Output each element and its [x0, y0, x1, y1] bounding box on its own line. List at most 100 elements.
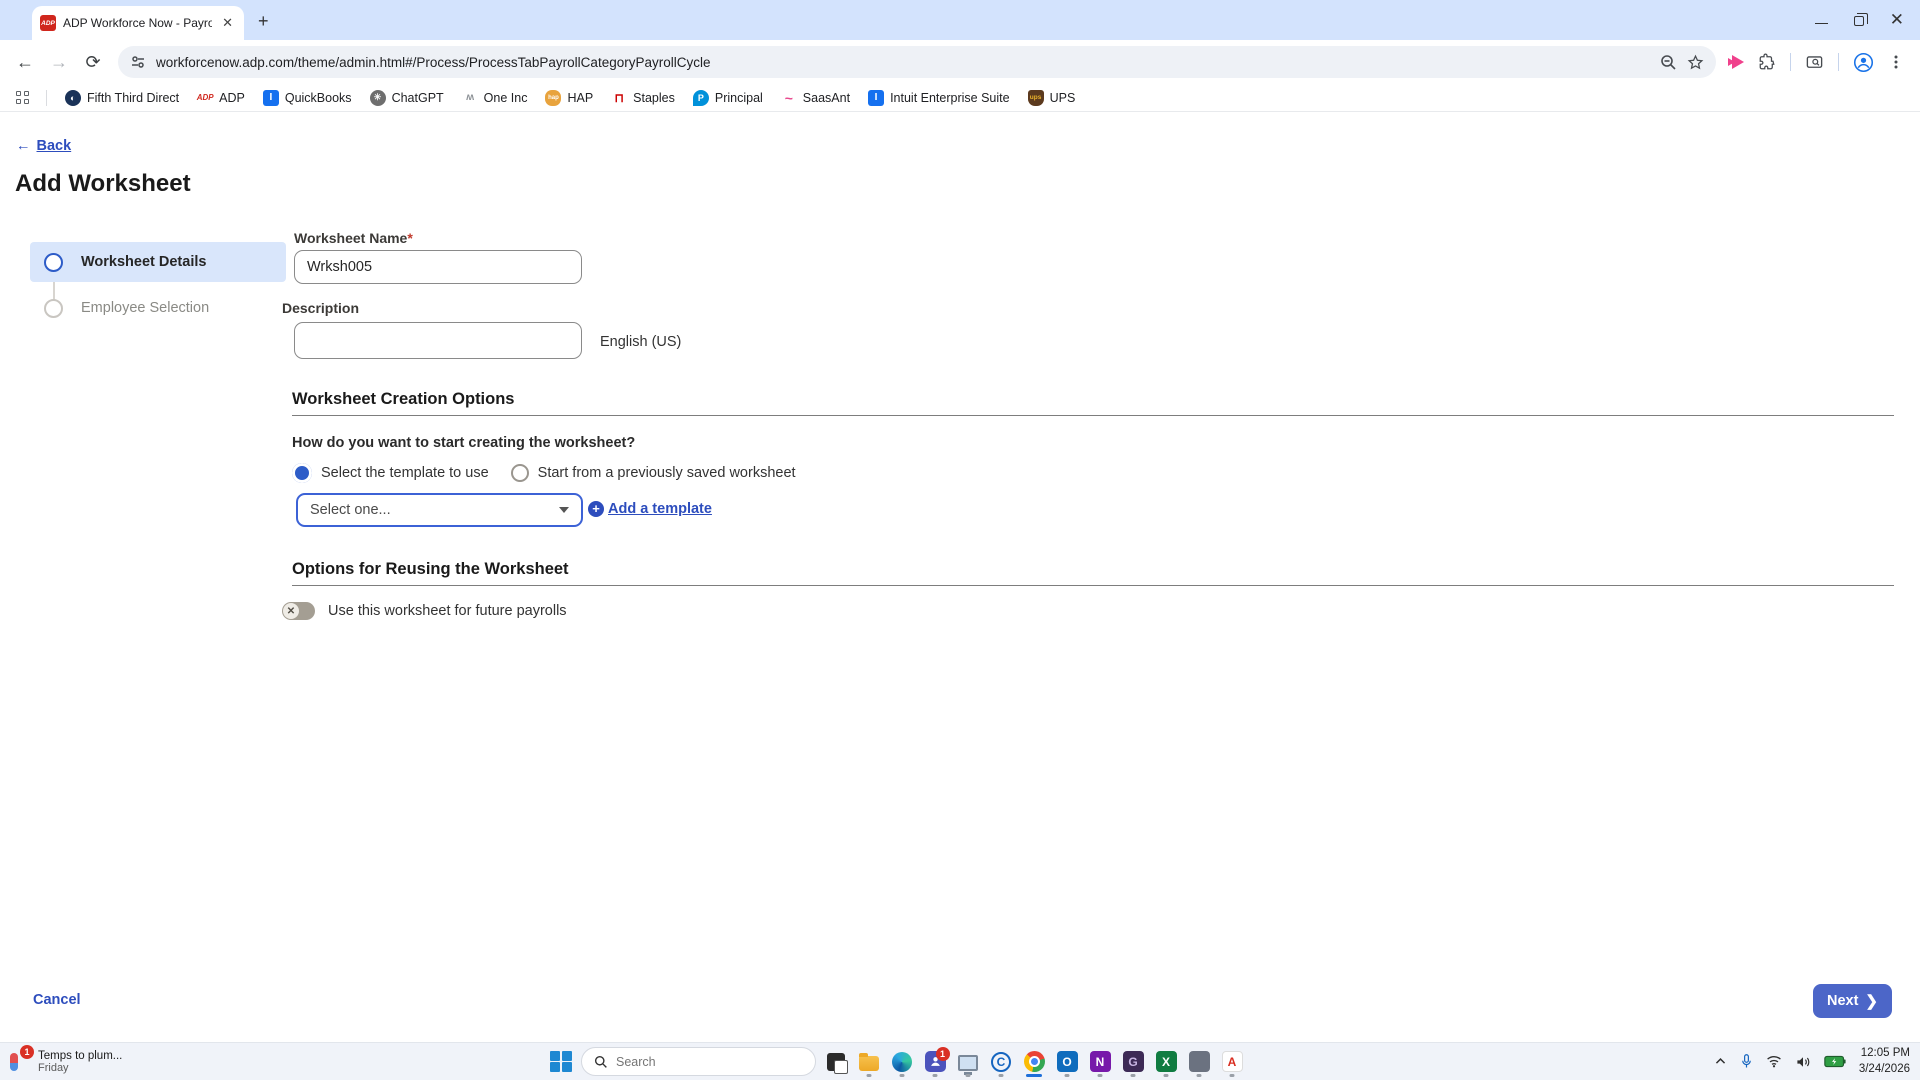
staples-icon: ⊓: [614, 90, 624, 105]
bookmarks-bar: ◐ Fifth Third Direct ADP ADP I QuickBook…: [0, 84, 1920, 112]
add-template-link[interactable]: + Add a template: [588, 501, 712, 517]
tray-chevron-up-icon[interactable]: [1714, 1055, 1727, 1068]
worksheet-name-label: Worksheet Name*: [294, 230, 413, 246]
speaker-icon[interactable]: [1795, 1055, 1811, 1069]
bookmark-adp[interactable]: ADP ADP: [189, 87, 253, 109]
one-inc-icon: ʍ: [466, 92, 474, 103]
bookmark-ups[interactable]: ups UPS: [1020, 87, 1084, 109]
bookmark-saasant[interactable]: ~ SaasAnt: [773, 87, 858, 109]
cancel-link[interactable]: Cancel: [33, 992, 81, 1008]
stepper-item-worksheet-details[interactable]: Worksheet Details: [30, 242, 286, 282]
language-label: English (US): [600, 334, 682, 350]
ups-icon: ups: [1027, 89, 1044, 106]
kebab-menu-icon[interactable]: [1888, 54, 1904, 70]
back-link[interactable]: ← Back: [16, 138, 71, 154]
active-app-indicator: [1026, 1073, 1042, 1077]
back-nav-icon[interactable]: ←: [10, 47, 40, 77]
next-button[interactable]: Next ❯: [1812, 984, 1892, 1018]
excel-button[interactable]: X: [1153, 1047, 1179, 1077]
c-circle-app-icon: C: [991, 1051, 1011, 1072]
reuse-options-heading: Options for Reusing the Worksheet: [292, 560, 569, 578]
side-search-panel-icon[interactable]: [1805, 53, 1824, 72]
bookmark-star-icon[interactable]: [1687, 54, 1704, 71]
chrome-icon: [1023, 1051, 1045, 1072]
battery-icon[interactable]: [1824, 1055, 1846, 1068]
outlook-button[interactable]: O: [1054, 1047, 1080, 1077]
system-utility-button[interactable]: [955, 1047, 981, 1077]
window-close-button[interactable]: ✕: [1890, 11, 1904, 28]
section-divider: [292, 415, 1894, 416]
intuit-icon: I: [868, 89, 885, 106]
wifi-icon[interactable]: [1766, 1055, 1782, 1068]
bookmark-staples[interactable]: ⊓ Staples: [603, 87, 683, 109]
tab-title: ADP Workforce Now - Payroll D: [63, 16, 213, 30]
onenote-button[interactable]: N: [1087, 1047, 1113, 1077]
system-utility-icon: [958, 1054, 978, 1075]
future-payrolls-toggle[interactable]: ✕: [282, 602, 315, 620]
creation-options-heading: Worksheet Creation Options: [292, 390, 515, 408]
teams-icon: 1: [924, 1047, 950, 1072]
purple-app-button[interactable]: G: [1120, 1047, 1146, 1077]
url-text[interactable]: workforcenow.adp.com/theme/admin.html#/P…: [156, 55, 1650, 70]
bookmark-fifth-third-direct[interactable]: ◐ Fifth Third Direct: [57, 87, 187, 109]
taskbar-clock[interactable]: 12:05 PM 3/24/2026: [1859, 1046, 1910, 1077]
toolbar-divider: [1790, 53, 1791, 71]
adp-favicon-icon: ADP: [40, 15, 56, 31]
quickbooks-icon: I: [262, 89, 279, 106]
template-dropdown[interactable]: Select one...: [296, 493, 583, 527]
hap-icon: hap: [545, 89, 562, 106]
window-minimize-button[interactable]: [1814, 16, 1828, 24]
site-settings-icon[interactable]: [130, 54, 146, 70]
apps-grid-icon[interactable]: [16, 90, 30, 105]
file-explorer-button[interactable]: [856, 1047, 882, 1077]
task-view-button[interactable]: [823, 1047, 849, 1077]
zoom-out-icon[interactable]: [1660, 54, 1677, 71]
edge-button[interactable]: [889, 1047, 915, 1077]
radio-selected-icon[interactable]: [292, 463, 312, 483]
radio-saved-worksheet[interactable]: Start from a previously saved worksheet: [510, 464, 796, 482]
reload-icon[interactable]: ⟳: [78, 47, 108, 77]
stepper-item-employee-selection[interactable]: Employee Selection: [30, 288, 286, 328]
bookmark-quickbooks[interactable]: I QuickBooks: [255, 87, 360, 109]
bookmark-chatgpt[interactable]: ✳ ChatGPT: [362, 87, 452, 109]
taskbar-search[interactable]: [581, 1047, 816, 1076]
profile-avatar-icon[interactable]: [1853, 52, 1874, 73]
microphone-icon[interactable]: [1740, 1054, 1753, 1069]
bookmark-principal[interactable]: P Principal: [685, 87, 771, 109]
teams-button[interactable]: 1: [922, 1047, 950, 1077]
description-label: Description: [282, 300, 360, 316]
tab-close-icon[interactable]: ✕: [219, 15, 236, 31]
radio-unselected-icon[interactable]: [510, 464, 529, 482]
creation-question: How do you want to start creating the wo…: [292, 435, 636, 451]
acrobat-icon: A: [1221, 1051, 1243, 1072]
browser-toolbar: ← → ⟳ workforcenow.adp.com/theme/admin.h…: [0, 40, 1920, 84]
window-restore-button[interactable]: [1853, 13, 1868, 26]
start-button[interactable]: [548, 1047, 574, 1077]
bookmark-intuit-enterprise-suite[interactable]: I Intuit Enterprise Suite: [860, 87, 1018, 109]
extensions-puzzle-icon[interactable]: [1758, 53, 1776, 71]
description-input[interactable]: [294, 322, 582, 359]
bookmarks-divider: [46, 89, 47, 106]
forward-nav-icon[interactable]: →: [44, 47, 74, 77]
windows-logo-icon: [550, 1050, 572, 1073]
new-tab-button[interactable]: +: [258, 11, 269, 32]
step-circle-icon: [44, 252, 63, 272]
weather-thermometer-icon: 1: [6, 1044, 34, 1075]
bookmark-hap[interactable]: hap HAP: [537, 87, 601, 109]
address-bar[interactable]: workforcenow.adp.com/theme/admin.html#/P…: [118, 46, 1716, 78]
windows-taskbar: 1 Temps to plum... Friday 1 C O N G X: [0, 1042, 1920, 1080]
worksheet-name-input[interactable]: [294, 250, 582, 284]
browser-tab[interactable]: ADP ADP Workforce Now - Payroll D ✕: [32, 6, 244, 40]
pink-arrow-extension-icon[interactable]: [1728, 55, 1744, 69]
taskbar-weather-widget[interactable]: 1 Temps to plum... Friday: [6, 1044, 122, 1075]
bookmark-one-inc[interactable]: ʍ One Inc: [454, 87, 536, 109]
page-title: Add Worksheet: [15, 170, 191, 197]
calculator-button[interactable]: [1186, 1047, 1212, 1077]
search-input[interactable]: [616, 1054, 776, 1069]
radio-select-template[interactable]: Select the template to use: [292, 463, 489, 483]
wizard-stepper: Worksheet Details Employee Selection: [30, 242, 286, 334]
acrobat-button[interactable]: A: [1219, 1047, 1245, 1077]
c-circle-app-button[interactable]: C: [988, 1047, 1014, 1077]
browser-titlebar: ADP ADP Workforce Now - Payroll D ✕ + ✕: [0, 0, 1920, 40]
chrome-button[interactable]: [1021, 1047, 1047, 1077]
